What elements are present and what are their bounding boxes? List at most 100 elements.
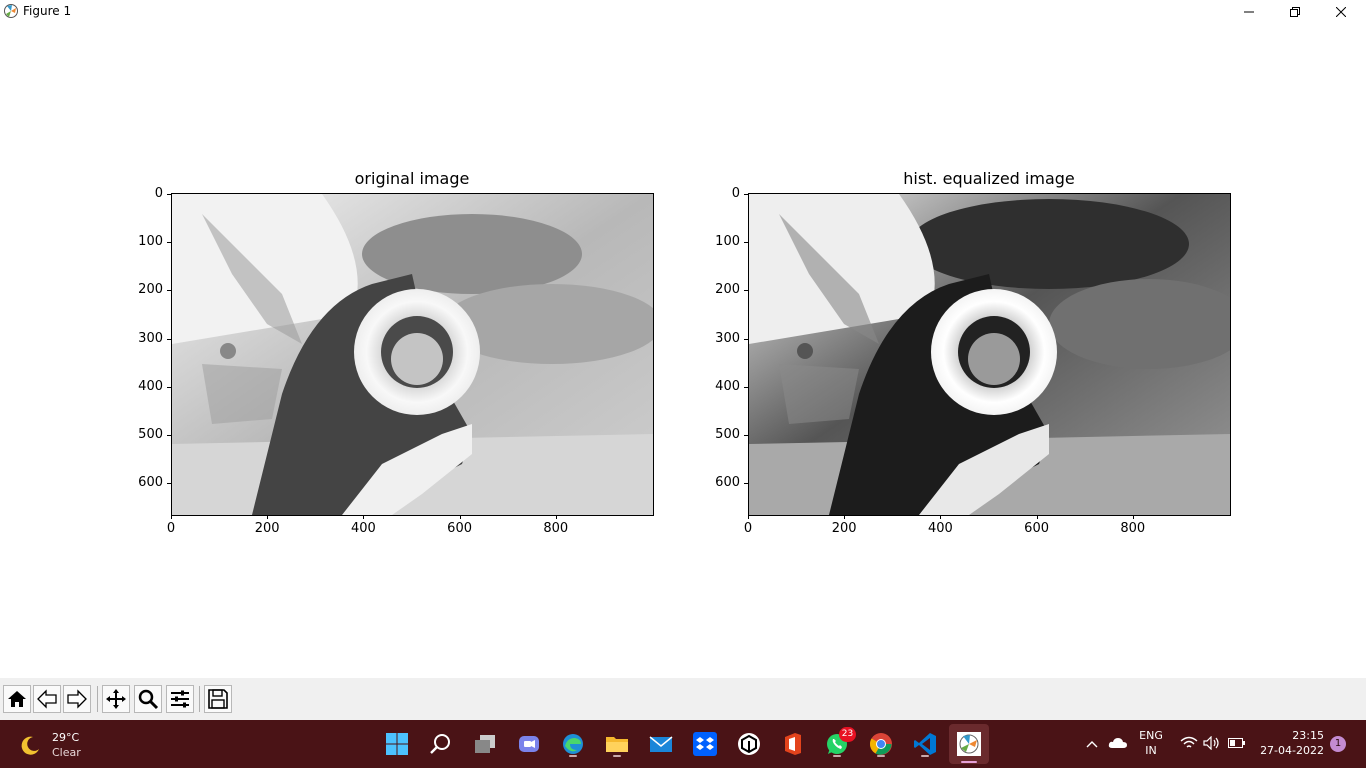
back-arrow-icon: [37, 689, 57, 709]
taskbar-app-office[interactable]: [777, 728, 809, 760]
y-tick-mark: [167, 386, 171, 388]
original-image: [172, 194, 653, 515]
y-tick-mark: [167, 435, 171, 436]
minimize-icon: [1244, 11, 1254, 13]
minimize-button[interactable]: [1226, 0, 1272, 24]
running-indicator: [833, 755, 841, 757]
x-tick-mark: [267, 515, 269, 519]
taskbar-app-dropbox[interactable]: [689, 728, 721, 760]
matplotlib-icon: [957, 732, 981, 756]
taskbar-app-vscode[interactable]: [909, 728, 941, 760]
x-tick-mark: [555, 515, 557, 519]
x-tick-label: 600: [1024, 521, 1049, 536]
figure-canvas[interactable]: original image hist. equalized image: [0, 24, 1366, 678]
running-indicator: [569, 755, 577, 757]
region-code: IN: [1145, 744, 1157, 757]
language-code: ENG: [1139, 729, 1163, 742]
edge-icon: [561, 732, 585, 756]
taskbar-app-file-explorer[interactable]: [601, 728, 633, 760]
clock-time: 23:15: [1292, 729, 1324, 742]
sliders-icon: [171, 690, 189, 708]
taskbar-app-whatsapp[interactable]: 23: [821, 727, 856, 760]
x-tick-mark: [1132, 515, 1134, 519]
configure-subplots-button[interactable]: [166, 685, 194, 713]
taskbar: 29°C Clear 23 ENG IN 23:15 27-04-2022 1: [0, 720, 1366, 768]
onedrive-cloud-icon[interactable]: [1108, 735, 1128, 751]
y-tick-label: 0: [154, 186, 163, 201]
mail-icon: [649, 732, 673, 756]
close-button[interactable]: [1318, 0, 1364, 24]
running-indicator: [877, 755, 885, 757]
task-view-icon: [473, 732, 497, 756]
y-tick-label: 500: [138, 427, 163, 442]
taskbar-app-matplotlib-figure[interactable]: [949, 724, 989, 764]
original-image-plot[interactable]: [171, 193, 654, 516]
toolbar-separator: [97, 686, 98, 712]
zoom-button[interactable]: [134, 685, 162, 713]
taskbar-app-task-view[interactable]: [469, 728, 501, 760]
floppy-icon: [208, 689, 228, 709]
y-tick-label: 200: [138, 282, 163, 298]
x-tick-label: 600: [447, 521, 472, 536]
y-tick-label: 400: [138, 378, 163, 394]
y-tick-mark: [167, 242, 171, 244]
maximize-button[interactable]: [1272, 0, 1318, 24]
dropbox-icon: [693, 732, 717, 756]
pan-button[interactable]: [102, 685, 130, 713]
weather-temp: 29°C: [52, 731, 80, 744]
y-tick-label: 500: [715, 427, 740, 442]
x-tick-label: 400: [927, 521, 953, 536]
taskbar-app-search[interactable]: [425, 728, 457, 760]
x-tick-mark: [363, 515, 365, 519]
y-tick-label: 600: [715, 475, 740, 491]
chevron-up-icon[interactable]: [1085, 738, 1099, 750]
taskbar-app-chrome[interactable]: [865, 728, 897, 760]
equalized-image-plot[interactable]: [748, 193, 1231, 516]
x-tick-label: 200: [831, 521, 857, 536]
restore-icon: [1290, 7, 1300, 17]
axes-title-original: original image: [354, 169, 470, 188]
x-tick-mark: [171, 515, 172, 519]
windows-icon: [385, 732, 409, 756]
back-button[interactable]: [33, 685, 61, 713]
weather-condition: Clear: [52, 746, 81, 759]
search-icon: [429, 732, 453, 756]
moon-icon: [21, 736, 39, 755]
y-tick-mark: [744, 242, 748, 244]
clock-date: 27-04-2022: [1260, 744, 1324, 757]
volume-icon[interactable]: [1203, 736, 1221, 750]
x-tick-label: 0: [743, 521, 753, 536]
y-tick-label: 300: [138, 330, 163, 346]
save-button[interactable]: [204, 685, 232, 713]
wifi-icon[interactable]: [1180, 736, 1198, 750]
battery-icon[interactable]: [1228, 737, 1246, 749]
y-tick-label: 400: [715, 378, 740, 394]
hexagon-icon: [737, 732, 761, 756]
taskbar-app-start[interactable]: [381, 728, 413, 760]
running-indicator: [961, 761, 977, 763]
chrome-icon: [869, 732, 893, 756]
vscode-icon: [913, 732, 937, 756]
taskbar-app-app-hex[interactable]: [733, 728, 765, 760]
y-tick-label: 100: [138, 234, 163, 250]
x-tick-mark: [459, 515, 461, 519]
y-tick-mark: [744, 194, 748, 195]
taskbar-app-edge[interactable]: [557, 728, 589, 760]
y-tick-mark: [744, 483, 748, 485]
x-tick-mark: [940, 515, 942, 519]
notification-badge[interactable]: 1: [1330, 736, 1346, 752]
forward-button[interactable]: [63, 685, 91, 713]
weather-widget[interactable]: 29°C Clear: [18, 731, 128, 759]
magnifier-icon: [138, 689, 159, 710]
language-indicator[interactable]: ENG IN: [1134, 729, 1168, 759]
close-icon: [1336, 7, 1346, 17]
home-button[interactable]: [3, 685, 31, 713]
x-tick-mark: [844, 515, 846, 519]
clock[interactable]: 23:15 27-04-2022: [1254, 729, 1330, 759]
taskbar-app-mail[interactable]: [645, 728, 677, 760]
equalized-image: [749, 194, 1230, 515]
taskbar-app-teams-chat[interactable]: [513, 728, 545, 760]
y-tick-mark: [744, 386, 748, 388]
navigation-toolbar: [0, 678, 1366, 720]
x-tick-label: 0: [166, 521, 176, 536]
